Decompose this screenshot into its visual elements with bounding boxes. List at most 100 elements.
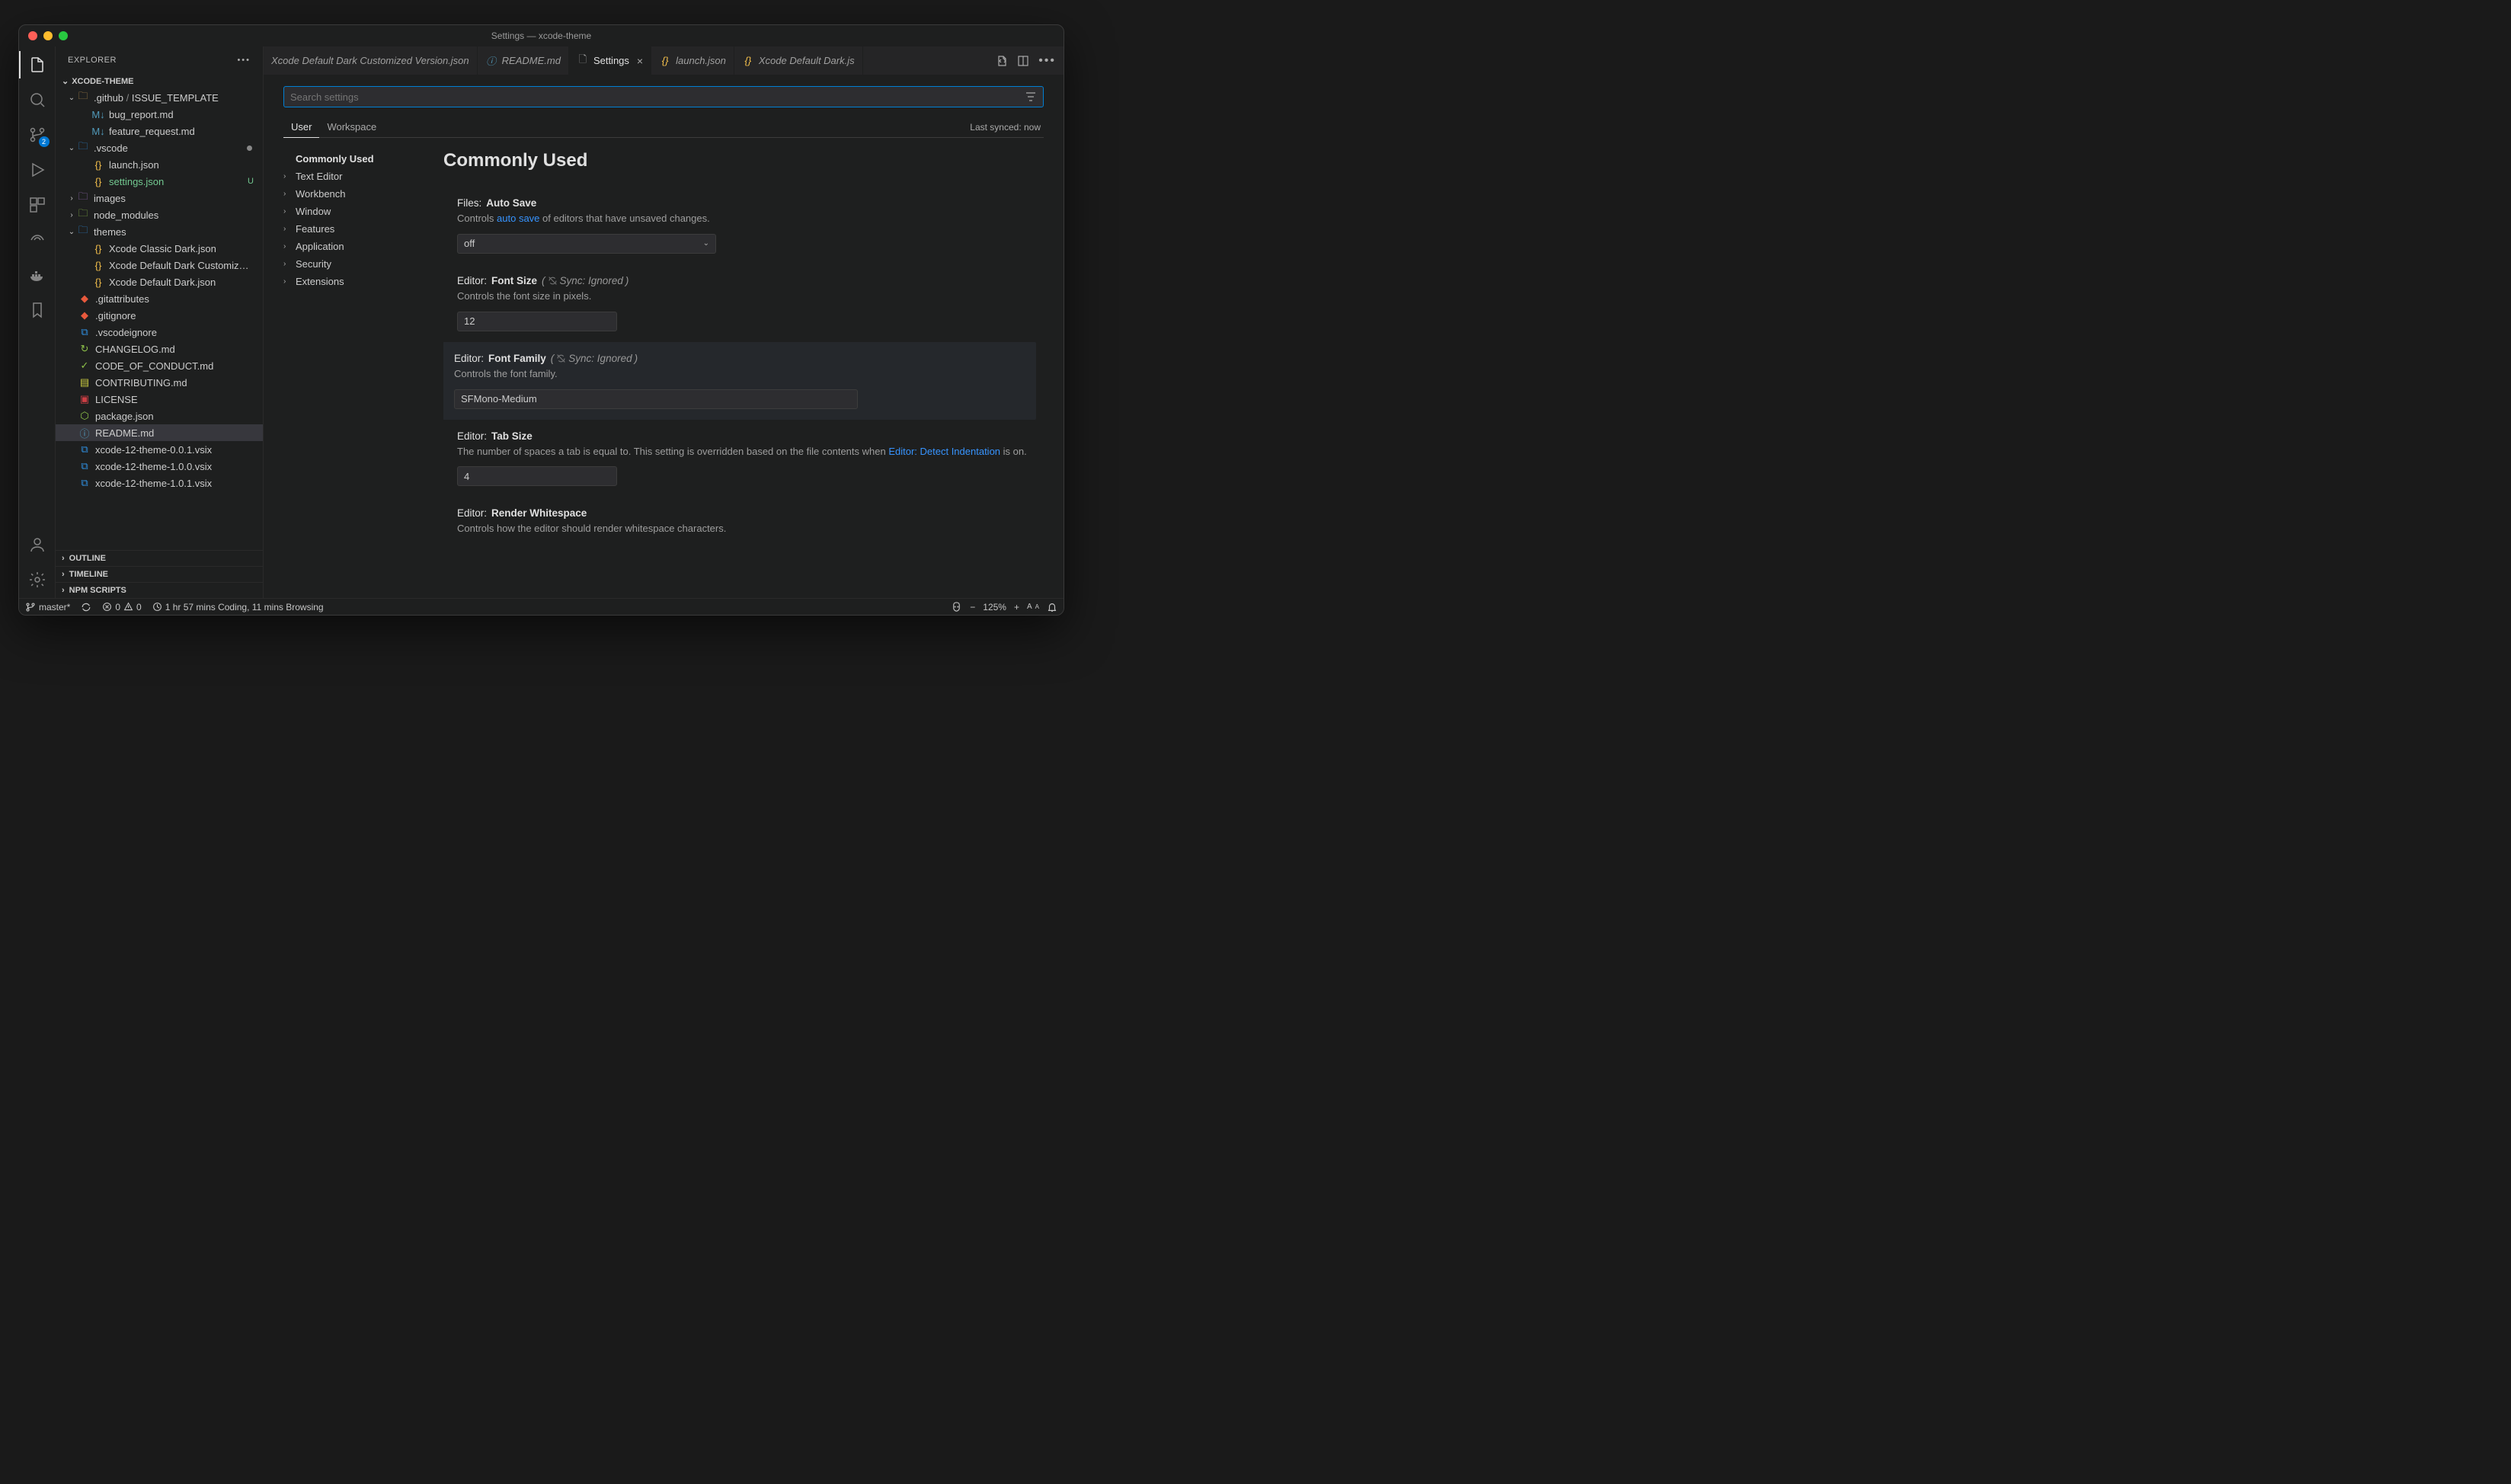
zoom-in-button[interactable]: + bbox=[1014, 602, 1019, 612]
file-theme-custom[interactable]: {}Xcode Default Dark Customiz… bbox=[56, 257, 263, 273]
docker-activity[interactable] bbox=[27, 264, 48, 286]
info-icon: ⓘ bbox=[78, 427, 91, 439]
tab-xcode-custom[interactable]: Xcode Default Dark Customized Version.js… bbox=[264, 46, 478, 75]
problems-status[interactable]: 0 0 bbox=[102, 602, 141, 612]
file-vscodeignore[interactable]: ⧉.vscodeignore bbox=[56, 324, 263, 341]
folder-icon: 🗀 bbox=[77, 225, 89, 238]
file-vsix-1[interactable]: ⧉xcode-12-theme-1.0.0.vsix bbox=[56, 458, 263, 475]
explorer-more-button[interactable]: ••• bbox=[237, 56, 251, 65]
search-activity[interactable] bbox=[27, 89, 48, 110]
toc-features[interactable]: ›Features bbox=[283, 220, 421, 238]
remote-activity[interactable] bbox=[27, 229, 48, 251]
npm-scripts-section[interactable]: ›NPM SCRIPTS bbox=[56, 582, 263, 598]
file-contributing[interactable]: ▤CONTRIBUTING.md bbox=[56, 374, 263, 391]
open-json-icon[interactable] bbox=[996, 55, 1008, 67]
setting-auto-save: Files: Auto Save Controls auto save of e… bbox=[443, 187, 1036, 264]
timeline-section[interactable]: ›TIMELINE bbox=[56, 566, 263, 582]
tab-settings[interactable]: 🗋Settings× bbox=[569, 46, 651, 75]
sync-status[interactable] bbox=[81, 602, 91, 612]
project-header[interactable]: ⌄ XCODE-THEME bbox=[56, 73, 263, 89]
file-bug-report[interactable]: M↓bug_report.md bbox=[56, 106, 263, 123]
folder-icon: 🗀 bbox=[77, 192, 89, 204]
json-icon: {} bbox=[92, 242, 104, 254]
auto-save-select[interactable]: off⌄ bbox=[457, 234, 716, 254]
toc-commonly-used[interactable]: Commonly Used bbox=[283, 150, 421, 168]
settings-list[interactable]: Commonly Used Files: Auto Save Controls … bbox=[443, 150, 1044, 598]
bookmarks-activity[interactable] bbox=[27, 299, 48, 321]
file-gitignore[interactable]: ◆.gitignore bbox=[56, 307, 263, 324]
close-tab-button[interactable]: × bbox=[637, 55, 643, 67]
toc-security[interactable]: ›Security bbox=[283, 255, 421, 273]
toc-window[interactable]: ›Window bbox=[283, 203, 421, 220]
chevron-right-icon: › bbox=[283, 225, 293, 233]
npm-icon: ⬡ bbox=[78, 410, 91, 422]
file-gitattributes[interactable]: ◆.gitattributes bbox=[56, 290, 263, 307]
file-vsix-2[interactable]: ⧉xcode-12-theme-1.0.1.vsix bbox=[56, 475, 263, 491]
tab-readme[interactable]: ⓘREADME.md bbox=[478, 46, 569, 75]
branch-status[interactable]: master* bbox=[25, 602, 70, 612]
file-license[interactable]: ▣LICENSE bbox=[56, 391, 263, 408]
folder-vscode[interactable]: ⌄🗀.vscode bbox=[56, 139, 263, 156]
file-theme-default[interactable]: {}Xcode Default Dark.json bbox=[56, 273, 263, 290]
tab-size-input[interactable] bbox=[457, 466, 617, 486]
settings-activity[interactable] bbox=[27, 569, 48, 590]
branch-icon bbox=[25, 602, 36, 612]
zoom-level[interactable]: 125% bbox=[983, 602, 1006, 612]
folder-github[interactable]: ⌄🗀.github / ISSUE_TEMPLATE bbox=[56, 89, 263, 106]
modified-dot-icon bbox=[247, 146, 252, 151]
maximize-window-button[interactable] bbox=[59, 31, 68, 40]
detect-indentation-link[interactable]: Editor: Detect Indentation bbox=[888, 446, 1000, 457]
toc-text-editor[interactable]: ›Text Editor bbox=[283, 168, 421, 185]
tab-xcode-default-js[interactable]: {}Xcode Default Dark.js bbox=[734, 46, 863, 75]
folder-themes[interactable]: ⌄🗀themes bbox=[56, 223, 263, 240]
folder-images[interactable]: ›🗀images bbox=[56, 190, 263, 206]
notifications-button[interactable] bbox=[1047, 602, 1057, 612]
explorer-title: EXPLORER bbox=[68, 56, 117, 65]
scm-activity[interactable]: 2 bbox=[27, 124, 48, 146]
folder-node-modules[interactable]: ›🗀node_modules bbox=[56, 206, 263, 223]
file-changelog[interactable]: ↻CHANGELOG.md bbox=[56, 341, 263, 357]
split-editor-icon[interactable] bbox=[1017, 55, 1029, 67]
scope-user[interactable]: User bbox=[283, 117, 319, 138]
settings-search[interactable] bbox=[283, 86, 1044, 107]
file-icon: 🗋 bbox=[577, 55, 589, 67]
license-icon: ▣ bbox=[78, 393, 91, 405]
file-readme[interactable]: ⓘREADME.md bbox=[56, 424, 263, 441]
font-size-input[interactable] bbox=[457, 312, 617, 331]
file-theme-classic[interactable]: {}Xcode Classic Dark.json bbox=[56, 240, 263, 257]
file-settings-json[interactable]: {}settings.jsonU bbox=[56, 173, 263, 190]
titlebar: Settings — xcode-theme bbox=[19, 25, 1064, 46]
markdown-icon: M↓ bbox=[92, 108, 104, 120]
setting-render-whitespace: Editor: Render Whitespace Controls how t… bbox=[443, 497, 1036, 547]
git-icon: ◆ bbox=[78, 293, 91, 305]
time-status[interactable]: 1 hr 57 mins Coding, 11 mins Browsing bbox=[152, 602, 324, 612]
file-package-json[interactable]: ⬡package.json bbox=[56, 408, 263, 424]
toc-workbench[interactable]: ›Workbench bbox=[283, 185, 421, 203]
text-size-button[interactable]: AA bbox=[1027, 603, 1039, 611]
copilot-status[interactable] bbox=[951, 601, 962, 612]
json-icon: {} bbox=[659, 55, 671, 67]
minimize-window-button[interactable] bbox=[43, 31, 53, 40]
more-actions-button[interactable]: ••• bbox=[1038, 54, 1056, 68]
zoom-out-button[interactable]: − bbox=[970, 602, 975, 612]
info-icon: ⓘ bbox=[485, 55, 497, 67]
extensions-activity[interactable] bbox=[27, 194, 48, 216]
git-icon: ◆ bbox=[78, 309, 91, 321]
toc-extensions[interactable]: ›Extensions bbox=[283, 273, 421, 290]
filter-icon[interactable] bbox=[1025, 91, 1037, 103]
settings-search-input[interactable] bbox=[290, 91, 1025, 103]
file-launch-json[interactable]: {}launch.json bbox=[56, 156, 263, 173]
scope-workspace[interactable]: Workspace bbox=[319, 117, 384, 137]
toc-application[interactable]: ›Application bbox=[283, 238, 421, 255]
file-vsix-0[interactable]: ⧉xcode-12-theme-0.0.1.vsix bbox=[56, 441, 263, 458]
close-window-button[interactable] bbox=[28, 31, 37, 40]
run-activity[interactable] bbox=[27, 159, 48, 181]
auto-save-link[interactable]: auto save bbox=[497, 213, 539, 224]
font-family-input[interactable] bbox=[454, 389, 858, 409]
explorer-activity[interactable] bbox=[27, 54, 48, 75]
tab-launch[interactable]: {}launch.json bbox=[651, 46, 734, 75]
file-coc[interactable]: ✓CODE_OF_CONDUCT.md bbox=[56, 357, 263, 374]
outline-section[interactable]: ›OUTLINE bbox=[56, 550, 263, 566]
file-feature-request[interactable]: M↓feature_request.md bbox=[56, 123, 263, 139]
account-activity[interactable] bbox=[27, 534, 48, 555]
